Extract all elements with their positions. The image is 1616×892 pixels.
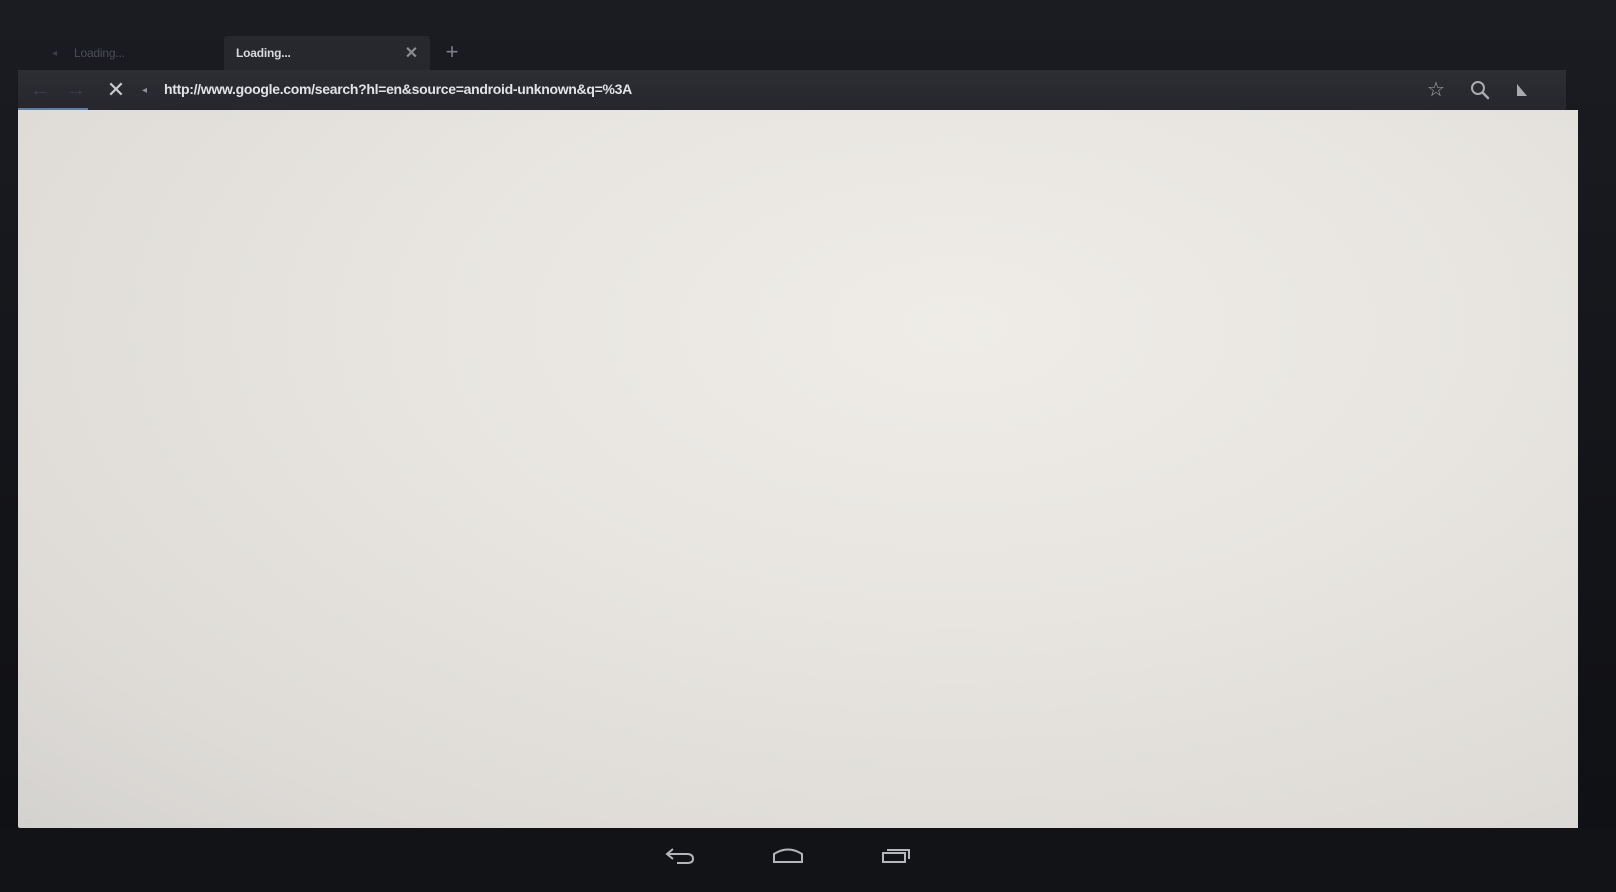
web-content[interactable] (18, 110, 1578, 828)
stop-icon: ✕ (106, 77, 126, 102)
forward-arrow-icon: → (66, 79, 86, 101)
back-button[interactable]: ← (26, 76, 54, 104)
tab-favicon-icon: ◂ (52, 47, 57, 59)
nav-back-button[interactable] (650, 838, 710, 872)
tab-strip: ◂ Loading... Loading... ✕ + (18, 34, 1578, 70)
search-button[interactable] (1466, 76, 1494, 104)
tab-title: Loading... (236, 46, 291, 60)
site-info-icon[interactable]: ◂ (142, 84, 154, 98)
bookmark-button[interactable]: ☆ (1422, 76, 1450, 104)
close-icon[interactable]: ✕ (405, 43, 418, 63)
back-arrow-icon: ← (30, 79, 50, 101)
menu-icon (1517, 84, 1527, 96)
star-icon: ☆ (1427, 79, 1445, 101)
tab-loading-1[interactable]: ◂ Loading... (40, 36, 218, 70)
nav-recent-apps-button[interactable] (866, 838, 926, 872)
url-field[interactable]: http://www.google.com/search?hl=en&sourc… (164, 81, 632, 97)
nav-back-icon (665, 848, 695, 864)
system-nav-bar (0, 828, 1616, 892)
new-tab-button[interactable]: + (438, 38, 466, 66)
device-screen: ◂ Loading... Loading... ✕ + ← → ✕ ◂ http… (0, 0, 1616, 892)
menu-button[interactable] (1508, 76, 1536, 104)
nav-home-icon (773, 848, 803, 863)
stop-button[interactable]: ✕ (102, 76, 130, 104)
plus-icon: + (445, 39, 459, 64)
nav-recent-apps-icon (882, 849, 910, 863)
browser-toolbar: ← → ✕ ◂ http://www.google.com/search?hl=… (18, 70, 1566, 110)
nav-home-button[interactable] (758, 838, 818, 872)
forward-button[interactable]: → (62, 76, 90, 104)
tab-title: Loading... (74, 46, 125, 60)
tab-loading-2[interactable]: Loading... ✕ (224, 36, 430, 70)
search-icon (1471, 81, 1490, 100)
